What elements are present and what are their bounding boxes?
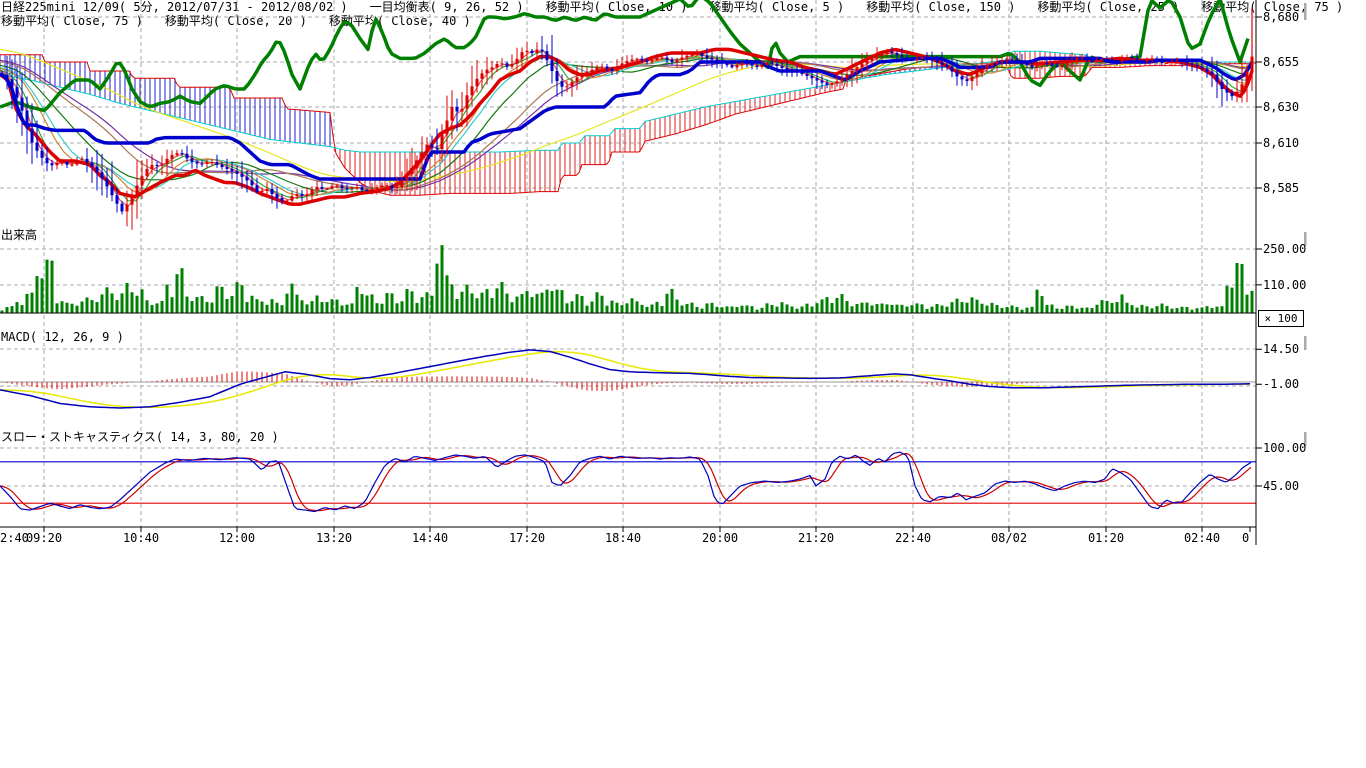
stochastics-panel-title: スロー・ストキャスティクス( 14, 3, 80, 20 ) (1, 428, 279, 445)
time-axis-label: 13:20 (314, 531, 354, 545)
time-axis-label: 12:00 (217, 531, 257, 545)
time-axis-label: 17:20 (507, 531, 547, 545)
price-axis-label: 8,655 (1263, 55, 1299, 69)
time-axis-label: 14:40 (410, 531, 450, 545)
axes (0, 0, 1307, 545)
macd-axis-label: 14.50 (1263, 342, 1299, 356)
volume-axis-label: 110.00 (1263, 278, 1306, 292)
time-axis-label: 10:40 (121, 531, 161, 545)
grid-lines (0, 0, 1256, 527)
time-axis-label: 0 (1242, 531, 1254, 545)
time-axis-label: 09:20 (24, 531, 64, 545)
price-axis-label: 8,610 (1263, 136, 1299, 150)
volume-axis-label: 250.00 (1263, 242, 1306, 256)
price-axis-label: 8,585 (1263, 181, 1299, 195)
moving-average-lines (0, 49, 1248, 206)
price-panel (0, 0, 1255, 230)
volume-unit-multiplier-badge: × 100 (1258, 310, 1304, 327)
macd-panel (0, 350, 1256, 408)
stoch-axis-label: 100.00 (1263, 441, 1306, 455)
macd-panel-title: MACD( 12, 26, 9 ) (1, 330, 124, 344)
time-axis-label: 22:40 (893, 531, 933, 545)
time-axis-label: 18:40 (603, 531, 643, 545)
price-axis-label: 8,680 (1263, 10, 1299, 24)
price-axis-label: 8,630 (1263, 100, 1299, 114)
chart-application-window: { "header": { "line1": [ "日経225mini 12/0… (0, 0, 1366, 768)
time-axis-label: 02:40 (1182, 531, 1222, 545)
time-axis-label: 01:20 (1086, 531, 1126, 545)
stoch-axis-label: 45.00 (1263, 479, 1299, 493)
stochastics-panel (0, 452, 1256, 511)
time-axis-label: 21:20 (796, 531, 836, 545)
time-axis-label: 08/02 (989, 531, 1029, 545)
volume-panel (0, 245, 1256, 313)
macd-axis-label: -1.00 (1263, 377, 1299, 391)
volume-panel-title: 出来高 (1, 226, 37, 243)
chart-plot-area[interactable] (0, 0, 1366, 768)
ichimoku-lines (0, 0, 1252, 204)
time-axis-label: 20:00 (700, 531, 740, 545)
candlesticks (1, 8, 1254, 230)
